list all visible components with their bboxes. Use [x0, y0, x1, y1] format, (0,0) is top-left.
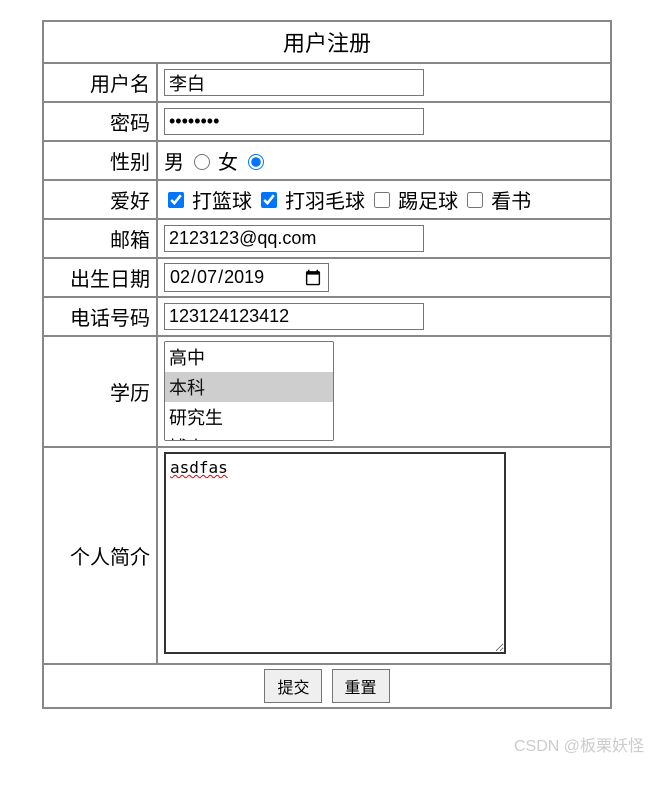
gender-male-label: 男	[164, 152, 184, 174]
hobby-football-checkbox[interactable]	[374, 192, 390, 208]
hobby-basketball-label: 打篮球	[192, 191, 252, 213]
hobby-badminton-checkbox[interactable]	[261, 192, 277, 208]
hobby-reading-label: 看书	[491, 191, 531, 213]
registration-form: 用户注册 用户名 密码 性别 男 女 爱好 打篮球 打羽毛球 踢足球	[42, 20, 612, 709]
hobby-reading-checkbox[interactable]	[467, 192, 483, 208]
username-input[interactable]	[164, 69, 424, 96]
password-label: 密码	[43, 102, 157, 141]
submit-button[interactable]: 提交	[264, 669, 322, 703]
watermark: CSDN @板栗妖怪	[514, 732, 644, 756]
username-label: 用户名	[43, 63, 157, 102]
hobby-basketball-checkbox[interactable]	[168, 192, 184, 208]
email-label: 邮箱	[43, 219, 157, 258]
email-input[interactable]	[164, 225, 424, 252]
form-title: 用户注册	[43, 21, 611, 63]
phone-input[interactable]	[164, 303, 424, 330]
education-option[interactable]: 博士	[165, 432, 333, 441]
gender-male-radio[interactable]	[194, 154, 210, 170]
phone-label: 电话号码	[43, 297, 157, 336]
education-select[interactable]: 高中 本科 研究生 博士	[164, 341, 334, 441]
password-input[interactable]	[164, 108, 424, 135]
gender-female-radio[interactable]	[248, 154, 264, 170]
education-option[interactable]: 研究生	[165, 402, 333, 432]
education-option[interactable]: 本科	[165, 372, 333, 402]
gender-female-label: 女	[218, 152, 238, 174]
reset-button[interactable]: 重置	[332, 669, 390, 703]
hobby-football-label: 踢足球	[398, 191, 458, 213]
hobby-badminton-label: 打羽毛球	[285, 191, 365, 213]
gender-label: 性别	[43, 141, 157, 180]
bio-label: 个人简介	[43, 447, 157, 664]
education-option[interactable]: 高中	[165, 342, 333, 372]
birthdate-label: 出生日期	[43, 258, 157, 297]
bio-textarea[interactable]: asdfas	[164, 452, 506, 654]
hobby-cell: 打篮球 打羽毛球 踢足球 看书	[157, 180, 611, 219]
birthdate-input[interactable]	[164, 263, 329, 292]
education-label: 学历	[43, 336, 157, 447]
hobby-label: 爱好	[43, 180, 157, 219]
